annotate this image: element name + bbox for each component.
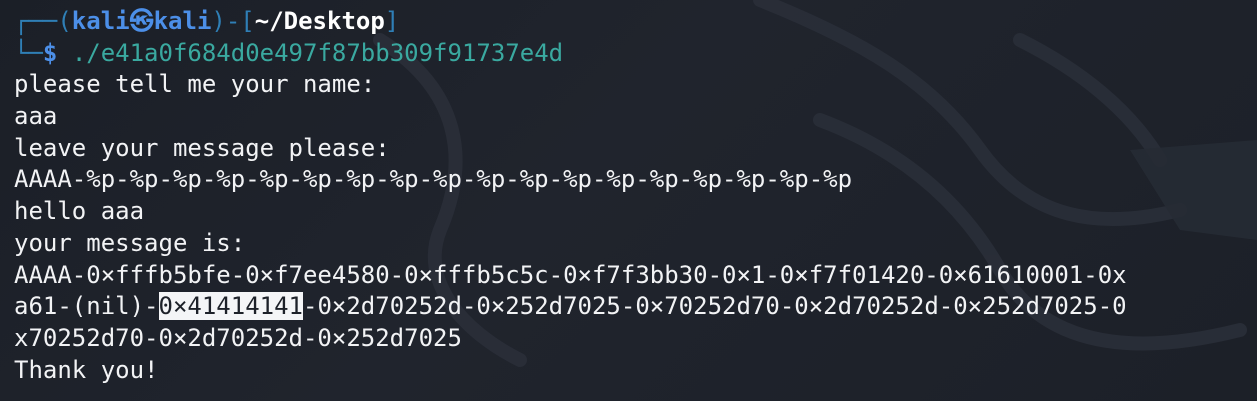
output-text: -0×2d70252d-0×252d7025-0×70252d70-0×2d70… [303, 292, 1127, 321]
prompt-user: kali [71, 7, 130, 35]
output-line: please tell me your name: [14, 70, 376, 99]
prompt-frame-close: ] [384, 7, 400, 35]
prompt-symbol: ㉿ [129, 7, 154, 35]
command-line: └─$ ./e41a0f684d0e497f87bb309f91737e4d [14, 38, 1127, 70]
output-line: leave your message please: [14, 133, 390, 162]
output-line: AAAA-0×fffb5bfe-0×f7ee4580-0×fffb5c5c-0×… [14, 260, 1127, 289]
selected-text-highlight[interactable]: 0×41414141 [158, 292, 303, 321]
output-line: hello aaa [14, 197, 145, 226]
prompt-host: kali [153, 7, 212, 35]
output-line: AAAA-%p-%p-%p-%p-%p-%p-%p-%p-%p-%p-%p-%p… [14, 165, 853, 194]
prompt-frame-mid: )-[ [211, 7, 255, 35]
prompt-corner: └─ [14, 38, 43, 67]
prompt-dollar: $ [42, 38, 58, 67]
output-line: aaa [14, 102, 58, 131]
prompt-frame-open: ┌──( [14, 7, 72, 35]
terminal-output: ┌──(kali㉿kali)-[~/Desktop] └─$ ./e41a0f6… [14, 6, 1127, 386]
output-line: Thank you! [14, 355, 159, 384]
output-text: a61-(nil)- [14, 292, 159, 321]
output-line: your message is: [14, 228, 246, 257]
prompt-line: ┌──(kali㉿kali)-[~/Desktop] [14, 6, 1127, 38]
terminal-window[interactable]: ┌──(kali㉿kali)-[~/Desktop] └─$ ./e41a0f6… [0, 0, 1257, 401]
command-text: ./e41a0f684d0e497f87bb309f91737e4d [71, 38, 564, 67]
output-line: a61-(nil)-0×41414141-0×2d70252d-0×252d70… [14, 291, 1127, 323]
prompt-path: ~/Desktop [254, 7, 385, 35]
output-line: x70252d70-0×2d70252d-0×252d7025 [14, 323, 462, 352]
